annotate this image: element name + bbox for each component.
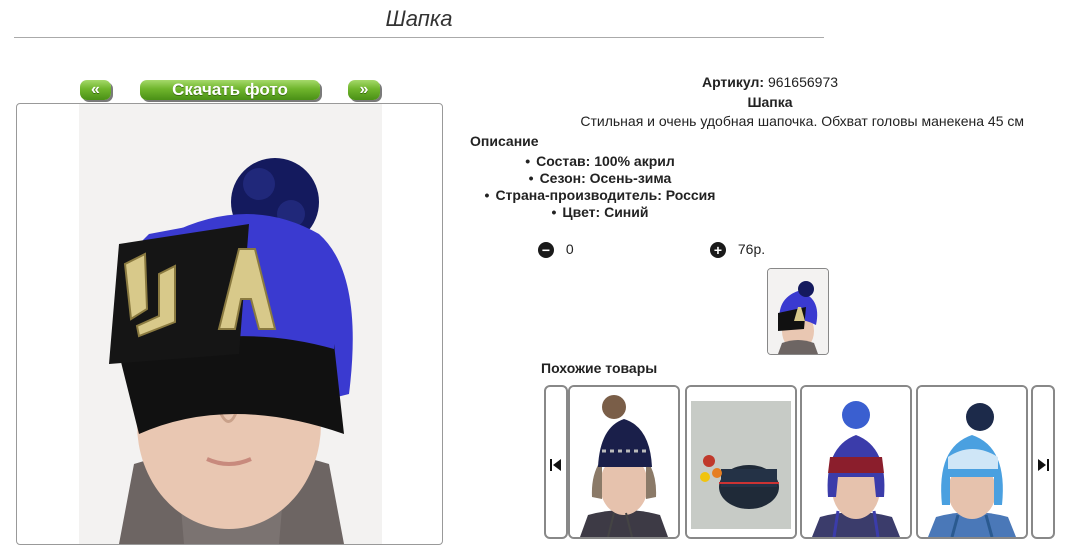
product-image bbox=[802, 387, 910, 537]
attribute-item: Страна-производитель: Россия bbox=[470, 187, 730, 204]
product-short-description: Стильная и очень удобная шапочка. Обхват… bbox=[580, 113, 1024, 129]
attribute-item: Цвет: Синий bbox=[470, 204, 730, 221]
next-photo-button[interactable]: » bbox=[348, 80, 380, 100]
carousel-prev-button[interactable] bbox=[544, 385, 568, 539]
thumbnail-image bbox=[768, 269, 828, 354]
similar-product-card[interactable] bbox=[685, 385, 797, 539]
hat-on-mannequin-image bbox=[79, 104, 382, 544]
quantity-value: 0 bbox=[565, 241, 574, 257]
product-image bbox=[687, 387, 795, 537]
skip-back-icon bbox=[550, 459, 561, 474]
article-label: Артикул: bbox=[701, 74, 765, 90]
price-control: + 76р. bbox=[710, 240, 766, 259]
attribute-item: Сезон: Осень-зима bbox=[470, 170, 730, 187]
article-line: Артикул: 961656973 bbox=[470, 74, 1070, 90]
title-divider bbox=[14, 37, 824, 38]
minus-circle-icon[interactable]: − bbox=[538, 242, 554, 259]
product-image bbox=[918, 387, 1026, 537]
main-product-photo[interactable] bbox=[79, 104, 382, 544]
prev-photo-button[interactable]: « bbox=[80, 80, 111, 100]
skip-forward-icon bbox=[1038, 459, 1049, 474]
download-photo-button[interactable]: Скачать фото bbox=[140, 80, 320, 100]
attribute-item: Состав: 100% акрил bbox=[470, 153, 730, 170]
plus-circle-icon[interactable]: + bbox=[710, 242, 726, 259]
similar-product-card[interactable] bbox=[800, 385, 912, 539]
main-photo-frame bbox=[16, 103, 443, 545]
photo-thumbnail[interactable] bbox=[767, 268, 829, 355]
similar-products-heading: Похожие товары bbox=[541, 360, 658, 376]
attribute-list: Состав: 100% акрил Сезон: Осень-зима Стр… bbox=[470, 153, 730, 221]
article-value: 961656973 bbox=[767, 74, 839, 90]
quantity-control: − 0 bbox=[538, 240, 574, 259]
page-title: Шапка bbox=[385, 6, 453, 31]
carousel-next-button[interactable] bbox=[1031, 385, 1055, 539]
product-name: Шапка bbox=[747, 94, 793, 110]
similar-product-card[interactable] bbox=[568, 385, 680, 539]
price-value: 76р. bbox=[737, 241, 766, 257]
description-heading: Описание bbox=[470, 133, 539, 149]
similar-product-card[interactable] bbox=[916, 385, 1028, 539]
product-image bbox=[570, 387, 678, 537]
